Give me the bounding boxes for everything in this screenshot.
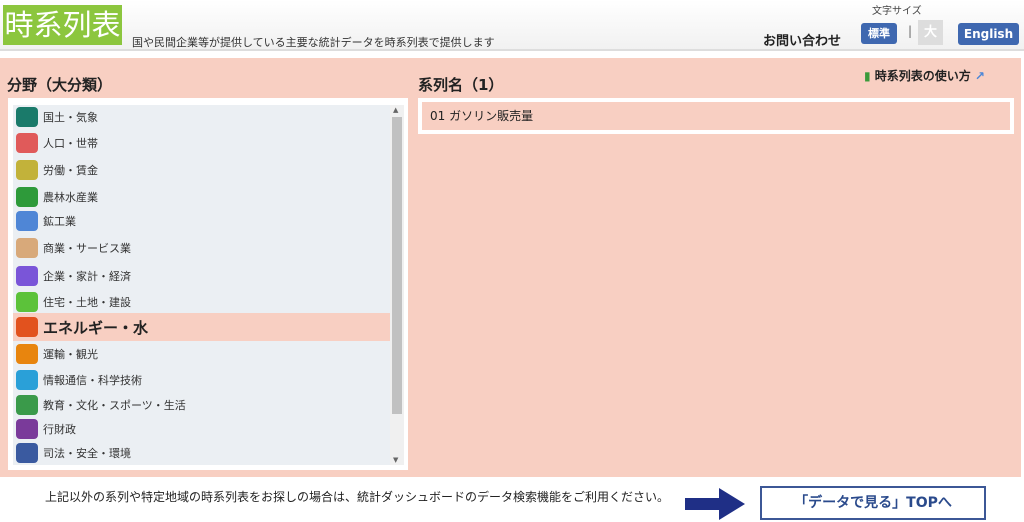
commerce-icon	[16, 238, 38, 258]
house-icon	[16, 292, 38, 312]
money-bag-icon	[16, 266, 38, 286]
education-icon	[16, 395, 38, 415]
bulb-drop-icon	[16, 317, 38, 337]
category-label: 企業・家計・経済	[43, 270, 131, 283]
english-button[interactable]: English	[958, 23, 1019, 45]
category-label: 運輸・観光	[43, 348, 98, 361]
scroll-up-icon[interactable]: ▲	[393, 106, 398, 114]
contact-link[interactable]: お問い合わせ	[763, 30, 841, 49]
scrollbar[interactable]: ▲ ▼	[390, 105, 404, 465]
howto-link[interactable]: ▮ 時系列表の使い方 ↗	[864, 67, 985, 84]
category-item[interactable]: 運輸・観光	[13, 341, 390, 367]
category-label: 行財政	[43, 423, 76, 436]
font-size-label: 文字サイズ	[872, 6, 922, 17]
tagline: 国や民間企業等が提供している主要な統計データを時系列表で提供します	[132, 36, 495, 49]
footer-note: 上記以外の系列や特定地域の時系列表をお探しの場合は、統計ダッシュボードのデータ検…	[45, 490, 670, 504]
external-link-icon: ↗	[974, 69, 985, 83]
header: 時系列表 国や民間企業等が提供している主要な統計データを時系列表で提供します 文…	[0, 0, 1024, 51]
font-size-large-button[interactable]: 大	[918, 20, 943, 45]
population-icon	[16, 133, 38, 153]
category-item[interactable]: 教育・文化・スポーツ・生活	[13, 393, 390, 417]
category-label: 農林水産業	[43, 191, 98, 204]
land-weather-icon	[16, 107, 38, 127]
category-title: 分野（大分類）	[7, 76, 113, 94]
category-item[interactable]: 住宅・土地・建設	[13, 291, 390, 313]
category-label: 労働・賃金	[43, 164, 98, 177]
separator: |	[908, 24, 913, 38]
category-item[interactable]: 司法・安全・環境	[13, 441, 390, 465]
site-logo[interactable]: 時系列表	[3, 5, 122, 45]
category-item[interactable]: 商業・サービス業	[13, 235, 390, 261]
category-item[interactable]: 情報通信・科学技術	[13, 367, 390, 393]
series-list: 01 ガソリン販売量	[418, 98, 1014, 134]
category-list-box: 国土・気象人口・世帯労働・賃金農林水産業鉱工業商業・サービス業 企業・家計・経済住…	[8, 98, 408, 470]
data-top-button[interactable]: 「データで見る」TOPへ	[760, 486, 986, 520]
category-item[interactable]: 労働・賃金	[13, 155, 390, 185]
scrollbar-thumb[interactable]	[392, 117, 402, 414]
category-item[interactable]: 行財政	[13, 417, 390, 441]
category-item[interactable]: 人口・世帯	[13, 131, 390, 155]
labor-icon	[16, 160, 38, 180]
font-size-standard-button[interactable]: 標準	[861, 23, 897, 44]
series-title: 系列名（1）	[418, 76, 504, 94]
car-icon	[16, 344, 38, 364]
scroll-down-icon[interactable]: ▼	[393, 456, 398, 464]
gears-icon	[16, 211, 38, 231]
category-item[interactable]: 国土・気象	[13, 105, 390, 129]
series-item[interactable]: 01 ガソリン販売量	[422, 102, 1010, 130]
category-label: 司法・安全・環境	[43, 447, 131, 460]
satellite-icon	[16, 370, 38, 390]
category-label: 国土・気象	[43, 111, 98, 124]
finance-icon	[16, 419, 38, 439]
agriculture-fish-icon	[16, 187, 38, 207]
category-item[interactable]: 企業・家計・経済	[13, 261, 390, 291]
category-label: 人口・世帯	[43, 137, 98, 150]
category-list[interactable]: 国土・気象人口・世帯労働・賃金農林水産業鉱工業商業・サービス業 企業・家計・経済住…	[13, 105, 390, 465]
arrow-right-icon	[685, 488, 745, 520]
howto-label: 時系列表の使い方	[874, 69, 971, 83]
category-item[interactable]: エネルギー・水	[13, 313, 390, 341]
category-label: エネルギー・水	[43, 318, 149, 337]
category-item[interactable]: 農林水産業	[13, 185, 390, 209]
category-label: 鉱工業	[43, 215, 76, 228]
category-label: 情報通信・科学技術	[43, 374, 142, 387]
category-label: 商業・サービス業	[43, 242, 131, 255]
category-label: 教育・文化・スポーツ・生活	[43, 399, 186, 412]
court-icon	[16, 443, 38, 463]
beginner-mark-icon: ▮	[864, 69, 871, 83]
category-item[interactable]: 鉱工業	[13, 209, 390, 233]
category-label: 住宅・土地・建設	[43, 296, 131, 309]
